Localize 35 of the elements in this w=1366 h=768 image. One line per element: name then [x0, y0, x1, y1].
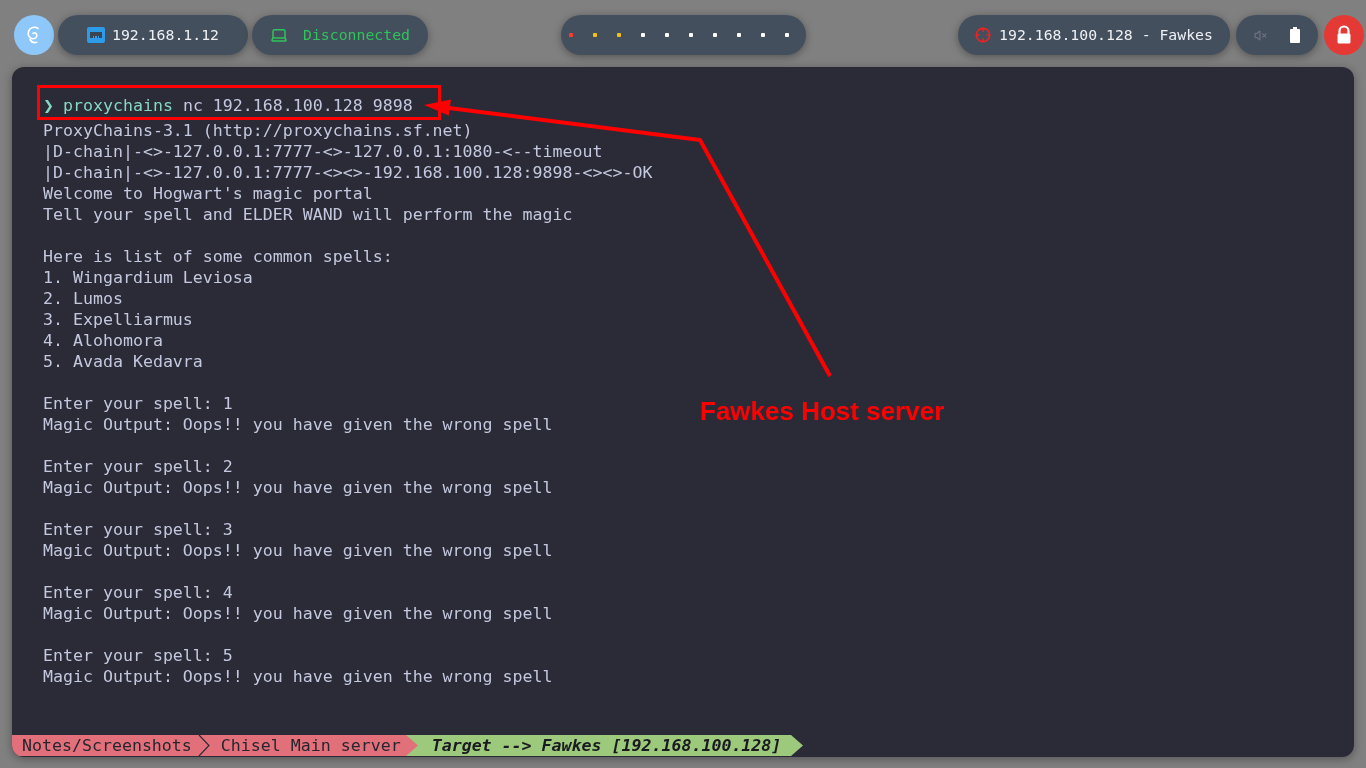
crosshair-icon [975, 27, 992, 43]
terminal-line: Magic Output: Oops!! you have given the wrong spell [43, 540, 553, 561]
terminal-line: Enter your spell: 4 [43, 582, 233, 603]
target-text: 192.168.100.128 - Fawkes [999, 24, 1213, 45]
terminal-line: Enter your spell: 1 [43, 393, 233, 414]
terminal-line: Here is list of some common spells: [43, 246, 393, 267]
lock-icon[interactable] [1324, 15, 1364, 55]
ip-address-text: 192.168.1.12 [112, 24, 219, 45]
ethernet-port-icon [87, 27, 106, 43]
laptop-icon [270, 26, 289, 44]
terminal-line: Enter your spell: 3 [43, 519, 233, 540]
swirl-logo-icon[interactable] [14, 15, 54, 55]
terminal-line: Magic Output: Oops!! you have given the wrong spell [43, 603, 553, 624]
segment-arrow-icon [791, 735, 804, 756]
terminal-line: Enter your spell: 2 [43, 456, 233, 477]
status-segment: Notes/Screenshots [12, 735, 197, 756]
prompt-symbol: ❯ [43, 97, 55, 115]
terminal-line: Welcome to Hogwart's magic portal [43, 183, 373, 204]
terminal-line: Magic Output: Oops!! you have given the wrong spell [43, 477, 553, 498]
terminal-line: Magic Output: Oops!! you have given the wrong spell [43, 414, 553, 435]
terminal-line: |D-chain|-<>-127.0.0.1:7777-<><>-192.168.100.128:9898-<><>-OK [43, 162, 653, 183]
terminal-line: Enter your spell: 5 [43, 645, 233, 666]
terminal-line: Tell your spell and ELDER WAND will perform the magic [43, 204, 573, 225]
terminal-line: Magic Output: Oops!! you have given the wrong spell [43, 666, 553, 687]
terminal-line: ProxyChains-3.1 (http://proxychains.sf.net) [43, 120, 473, 141]
terminal-line: 2. Lumos [43, 288, 123, 309]
terminal-line: 1. Wingardium Leviosa [43, 267, 253, 288]
terminal-line: 3. Expelliarmus [43, 309, 193, 330]
terminal-line: 4. Alohomora [43, 330, 163, 351]
vpn-status-text: Disconnected [303, 24, 410, 45]
terminal-line: |D-chain|-<>-127.0.0.1:7777-<>-127.0.0.1:1080-<--timeout [43, 141, 603, 162]
battery-icon [1290, 27, 1300, 43]
command-text: proxychains nc 192.168.100.128 9898 [63, 95, 413, 116]
annotation-label: Fawkes Host server [700, 396, 945, 426]
terminal-line: 5. Avada Kedavra [43, 351, 203, 372]
